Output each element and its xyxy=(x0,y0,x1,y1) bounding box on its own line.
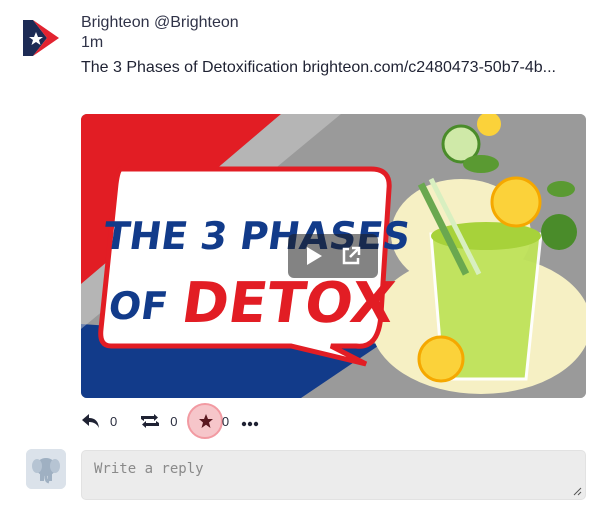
display-name[interactable]: Brighteon xyxy=(81,14,150,31)
external-link-icon[interactable] xyxy=(340,245,362,267)
play-icon[interactable] xyxy=(304,245,324,267)
thumbnail-title-detox: DETOX xyxy=(178,271,399,336)
ellipsis-icon xyxy=(242,421,259,426)
reply-placeholder: Write a reply xyxy=(94,461,204,477)
video-thumbnail[interactable]: THE 3 PHASES OF DETOX xyxy=(81,114,586,398)
reply-input[interactable]: Write a reply xyxy=(81,450,586,500)
account-handle[interactable]: @Brighteon xyxy=(154,14,239,31)
boost-count: 0 xyxy=(170,413,178,429)
star-icon xyxy=(198,414,213,428)
favourite-button[interactable]: 0 xyxy=(187,403,230,439)
reply-button[interactable]: 0 xyxy=(81,413,117,429)
boost-button[interactable]: 0 xyxy=(139,413,177,429)
post-header: Brighteon @Brighteon 1m xyxy=(81,13,239,53)
status-text[interactable]: The 3 Phases of Detoxification brighteon… xyxy=(81,57,581,79)
elephant-icon xyxy=(26,449,66,489)
thumbnail-title-of: OF xyxy=(106,285,170,329)
reply-count: 0 xyxy=(110,413,118,429)
current-user-avatar[interactable] xyxy=(26,449,66,489)
more-options-button[interactable] xyxy=(241,411,259,432)
post-timestamp[interactable]: 1m xyxy=(81,33,239,53)
favourite-count: 0 xyxy=(221,413,230,429)
status-action-bar: 0 0 0 xyxy=(81,403,259,439)
reply-icon xyxy=(82,414,99,428)
resize-grip-icon[interactable] xyxy=(572,486,582,496)
boost-icon xyxy=(141,414,160,428)
brighteon-logo-avatar[interactable] xyxy=(21,18,61,58)
video-controls-overlay xyxy=(288,234,378,278)
